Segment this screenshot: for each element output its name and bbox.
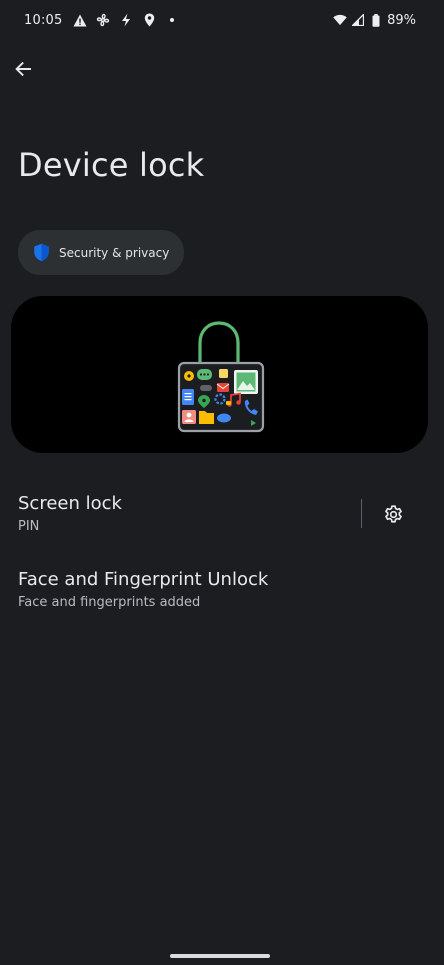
screen-lock-settings-button[interactable] xyxy=(374,495,412,533)
status-bar: 10:05 89% xyxy=(0,0,444,40)
breadcrumb-security-privacy[interactable]: Security & privacy xyxy=(18,230,185,275)
dot-icon xyxy=(165,13,179,27)
face-fingerprint-title: Face and Fingerprint Unlock xyxy=(18,569,269,590)
back-button[interactable] xyxy=(6,52,40,86)
fan-icon xyxy=(96,13,110,27)
lock-with-apps-illustration xyxy=(177,320,264,432)
arrow-left-icon xyxy=(15,61,31,77)
gear-icon xyxy=(384,504,402,523)
status-time: 10:05 xyxy=(24,12,63,28)
battery-icon xyxy=(369,13,383,27)
breadcrumb-label: Security & privacy xyxy=(59,245,170,260)
signal-icon xyxy=(351,13,365,27)
row-divider xyxy=(361,499,362,528)
bolt-icon xyxy=(119,13,133,27)
warning-icon xyxy=(73,13,87,27)
battery-percent: 89% xyxy=(387,12,416,28)
screen-lock-title: Screen lock xyxy=(18,493,122,514)
shield-icon xyxy=(34,243,49,262)
device-lock-screen: 10:05 89% Device lock Security & privacy… xyxy=(0,0,444,965)
page-title: Device lock xyxy=(18,146,205,184)
screen-lock-summary: PIN xyxy=(18,519,40,534)
wifi-icon xyxy=(333,13,347,27)
status-left: 10:05 xyxy=(24,13,179,28)
face-fingerprint-unlock-row[interactable]: Face and Fingerprint Unlock Face and fin… xyxy=(0,558,444,624)
status-right: 89% xyxy=(333,13,416,28)
location-icon xyxy=(142,13,156,27)
gesture-nav-handle[interactable] xyxy=(170,954,270,958)
illustration-card xyxy=(11,296,428,453)
face-fingerprint-summary: Face and fingerprints added xyxy=(18,595,201,610)
